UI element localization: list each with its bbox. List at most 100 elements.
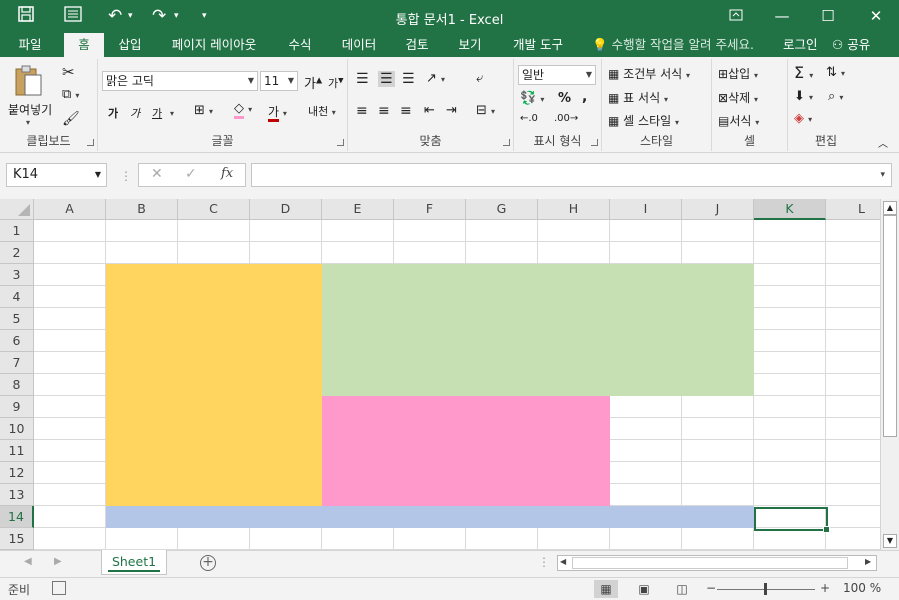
paste-button[interactable]: 붙여넣기 ▾ xyxy=(8,65,52,127)
borders-icon[interactable]: ⊞ ▾ xyxy=(194,103,213,118)
scroll-right-icon[interactable]: ▶ xyxy=(865,557,871,566)
row-header-5[interactable]: 5 xyxy=(0,308,34,330)
cell-styles-button[interactable]: ▦ 셀 스타일 ▾ xyxy=(608,112,679,129)
next-sheet-icon[interactable]: ▶ xyxy=(54,556,62,567)
percent-button[interactable]: % xyxy=(558,91,571,106)
name-box[interactable]: K14 ▼ xyxy=(6,163,107,187)
row-header-2[interactable]: 2 xyxy=(0,242,34,264)
share-button[interactable]: ⚇ 공유 xyxy=(832,33,870,57)
insert-function-icon[interactable]: fx xyxy=(221,166,233,181)
collapse-ribbon-icon[interactable]: ︿ xyxy=(878,135,888,150)
row-header-1[interactable]: 1 xyxy=(0,220,34,242)
tab-page-layout[interactable]: 페이지 레이아웃 xyxy=(164,33,264,57)
tab-home[interactable]: 홈 xyxy=(64,33,104,58)
ribbon-display-icon[interactable] xyxy=(716,4,756,28)
format-cells-button[interactable]: ▤서식 ▾ xyxy=(718,112,759,129)
tab-view[interactable]: 보기 xyxy=(450,33,490,57)
column-header-l[interactable]: L xyxy=(826,199,880,220)
row-header-10[interactable]: 10 xyxy=(0,418,34,440)
column-header-j[interactable]: J xyxy=(682,199,754,220)
scroll-left-icon[interactable]: ◀ xyxy=(560,557,566,566)
increase-indent-icon[interactable]: ⇥ xyxy=(446,103,457,118)
select-all-button[interactable] xyxy=(0,199,34,220)
copy-icon[interactable]: ⧉ ▾ xyxy=(62,87,79,102)
split-handle-icon[interactable]: ⋮ xyxy=(538,555,550,569)
active-cell-k14[interactable] xyxy=(754,507,830,533)
grow-font-button[interactable]: 가▲ xyxy=(304,73,322,92)
zoom-slider-knob[interactable] xyxy=(764,583,767,595)
horizontal-scroll-thumb[interactable] xyxy=(572,557,848,569)
row-header-14[interactable]: 14 xyxy=(0,506,34,528)
tab-developer[interactable]: 개발 도구 xyxy=(506,33,570,57)
vertical-scroll-thumb[interactable] xyxy=(883,215,897,437)
conditional-formatting-button[interactable]: ▦ 조건부 서식 ▾ xyxy=(608,65,690,82)
column-header-i[interactable]: I xyxy=(610,199,682,220)
insert-cells-button[interactable]: ⊞삽입 ▾ xyxy=(718,65,758,82)
enter-icon[interactable]: ✓ xyxy=(185,166,197,182)
align-center-icon[interactable]: ≡ xyxy=(378,103,390,119)
zoom-out-icon[interactable]: − xyxy=(706,581,716,595)
find-select-icon[interactable]: ⌕ ▾ xyxy=(828,89,843,104)
format-as-table-button[interactable]: ▦ 표 서식 ▾ xyxy=(608,89,668,106)
maximize-button[interactable]: ☐ xyxy=(808,4,848,28)
horizontal-scrollbar[interactable]: ◀ ▶ xyxy=(557,555,877,571)
worksheet-grid[interactable]: A B C D E F G H I J K L 1 2 3 4 5 6 7 8 9 10 11 12 13 14 15 xyxy=(0,199,880,550)
expand-formula-bar-icon[interactable]: ▾ xyxy=(880,170,885,180)
add-sheet-button[interactable]: + xyxy=(200,555,216,571)
normal-view-icon[interactable]: ▦ xyxy=(594,580,618,598)
page-layout-view-icon[interactable]: ▣ xyxy=(632,580,656,598)
fill-icon[interactable]: ⬇ ▾ xyxy=(794,89,813,104)
minimize-button[interactable]: — xyxy=(762,4,802,28)
number-format-select[interactable]: 일반 ▼ xyxy=(518,65,596,85)
scroll-down-icon[interactable]: ▼ xyxy=(883,534,897,548)
autosum-icon[interactable]: Σ ▾ xyxy=(794,63,813,82)
wrap-text-icon[interactable]: ⤶ xyxy=(476,71,483,86)
comma-button[interactable]: , xyxy=(582,89,587,105)
row-header-13[interactable]: 13 xyxy=(0,484,34,506)
row-header-4[interactable]: 4 xyxy=(0,286,34,308)
zoom-level[interactable]: 100 % xyxy=(843,581,881,595)
orientation-icon[interactable]: ↗ ▾ xyxy=(426,71,445,86)
align-left-icon[interactable]: ≡ xyxy=(356,103,368,119)
align-top-icon[interactable]: ☰ xyxy=(356,71,369,87)
tell-me-box[interactable]: 💡 수행할 작업을 알려 주세요. xyxy=(592,33,754,57)
column-header-h[interactable]: H xyxy=(538,199,610,220)
zoom-in-icon[interactable]: + xyxy=(820,581,830,595)
tab-insert[interactable]: 삽입 xyxy=(110,33,150,57)
close-button[interactable]: ✕ xyxy=(856,4,896,28)
column-header-c[interactable]: C xyxy=(178,199,250,220)
macro-record-icon[interactable] xyxy=(52,581,66,595)
fill-blue-b14-j14[interactable] xyxy=(106,506,754,528)
prev-sheet-icon[interactable]: ◀ xyxy=(24,556,32,567)
shrink-font-button[interactable]: 가▼ xyxy=(328,75,344,91)
cancel-icon[interactable]: ✕ xyxy=(151,166,163,182)
row-header-12[interactable]: 12 xyxy=(0,462,34,484)
column-header-d[interactable]: D xyxy=(250,199,322,220)
delete-cells-button[interactable]: ⊠삭제 ▾ xyxy=(718,89,758,106)
tab-file[interactable]: 파일 xyxy=(8,33,52,57)
formula-input[interactable]: ▾ xyxy=(251,163,892,187)
row-header-6[interactable]: 6 xyxy=(0,330,34,352)
cut-icon[interactable]: ✂ xyxy=(62,63,75,81)
tab-data[interactable]: 데이터 xyxy=(334,33,384,57)
row-header-3[interactable]: 3 xyxy=(0,264,34,286)
sort-filter-icon[interactable]: ⇅ ▾ xyxy=(826,65,845,80)
column-header-f[interactable]: F xyxy=(394,199,466,220)
font-color-button[interactable]: 가 ▾ xyxy=(268,103,287,122)
increase-decimal-icon[interactable]: ←.0 xyxy=(520,113,538,124)
row-header-8[interactable]: 8 xyxy=(0,374,34,396)
number-launcher-icon[interactable] xyxy=(591,139,598,146)
decrease-decimal-icon[interactable]: .00→ xyxy=(554,113,578,124)
accounting-icon[interactable]: 💱 ▾ xyxy=(520,91,544,106)
row-header-7[interactable]: 7 xyxy=(0,352,34,374)
format-painter-icon[interactable]: 🖌 xyxy=(62,111,80,127)
phonetic-button[interactable]: 내천 ▾ xyxy=(308,103,336,119)
decrease-indent-icon[interactable]: ⇤ xyxy=(424,103,435,118)
login-link[interactable]: 로그인 xyxy=(783,33,818,57)
fill-green-e3-j8[interactable] xyxy=(322,264,754,396)
vertical-scrollbar[interactable]: ▲ ▼ xyxy=(880,199,899,550)
page-break-view-icon[interactable]: ◫ xyxy=(670,580,694,598)
fill-pink-e9-h13[interactable] xyxy=(322,396,610,506)
font-name-select[interactable]: 맑은 고딕 ▼ xyxy=(102,71,258,91)
align-right-icon[interactable]: ≡ xyxy=(400,103,412,119)
